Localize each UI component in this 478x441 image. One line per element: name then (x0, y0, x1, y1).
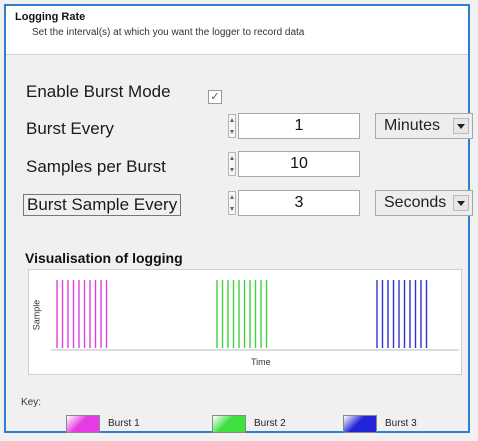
panel-header: Logging Rate Set the interval(s) at whic… (6, 6, 468, 55)
burst-sample-every-spinner[interactable] (228, 191, 236, 215)
logging-rate-panel: Logging Rate Set the interval(s) at whic… (4, 4, 473, 433)
visualisation-title: Visualisation of logging (25, 250, 183, 266)
burst-every-unit-select[interactable]: Minutes (375, 113, 473, 139)
dropdown-arrow-icon[interactable] (453, 195, 469, 211)
spin-up-icon[interactable] (230, 156, 234, 160)
key-label: Key: (21, 397, 42, 408)
panel-title: Logging Rate (15, 11, 86, 23)
key-label-burst-1: Burst 1 (108, 418, 140, 429)
samples-per-burst-spinner[interactable] (228, 152, 236, 176)
key-swatch-burst-3 (343, 415, 377, 433)
samples-per-burst-label: Samples per Burst (26, 157, 166, 176)
enable-burst-checkbox[interactable]: ✓ (208, 90, 222, 104)
chart-ylabel: Sample (31, 299, 42, 331)
key-swatch-burst-2 (212, 415, 246, 433)
burst-every-spinner[interactable] (228, 114, 236, 138)
key-label-burst-3: Burst 3 (385, 418, 417, 429)
key-swatch-burst-1 (66, 415, 100, 433)
burst-every-input[interactable]: 1 (238, 113, 360, 139)
spin-down-icon[interactable] (230, 207, 234, 211)
checkmark-icon: ✓ (210, 91, 220, 103)
spin-down-icon[interactable] (230, 168, 234, 172)
burst-lines-svg (51, 280, 459, 351)
dropdown-arrow-icon[interactable] (453, 118, 469, 134)
spin-up-icon[interactable] (230, 195, 234, 199)
burst-sample-every-unit-select[interactable]: Seconds (375, 190, 473, 216)
samples-per-burst-input[interactable]: 10 (238, 151, 360, 177)
spin-up-icon[interactable] (230, 118, 234, 122)
spin-down-icon[interactable] (230, 130, 234, 134)
logging-visualisation-chart: Sample Time (28, 269, 462, 375)
enable-burst-label: Enable Burst Mode (26, 82, 171, 101)
burst-sample-every-label: Burst Sample Every (23, 194, 182, 216)
burst-every-unit-value: Minutes (384, 117, 441, 134)
panel-subtitle: Set the interval(s) at which you want th… (32, 27, 305, 38)
key-label-burst-2: Burst 2 (254, 418, 286, 429)
chart-xlabel: Time (251, 357, 271, 367)
burst-every-label: Burst Every (26, 119, 114, 138)
burst-sample-every-unit-value: Seconds (384, 194, 447, 211)
burst-sample-every-input[interactable]: 3 (238, 190, 360, 216)
